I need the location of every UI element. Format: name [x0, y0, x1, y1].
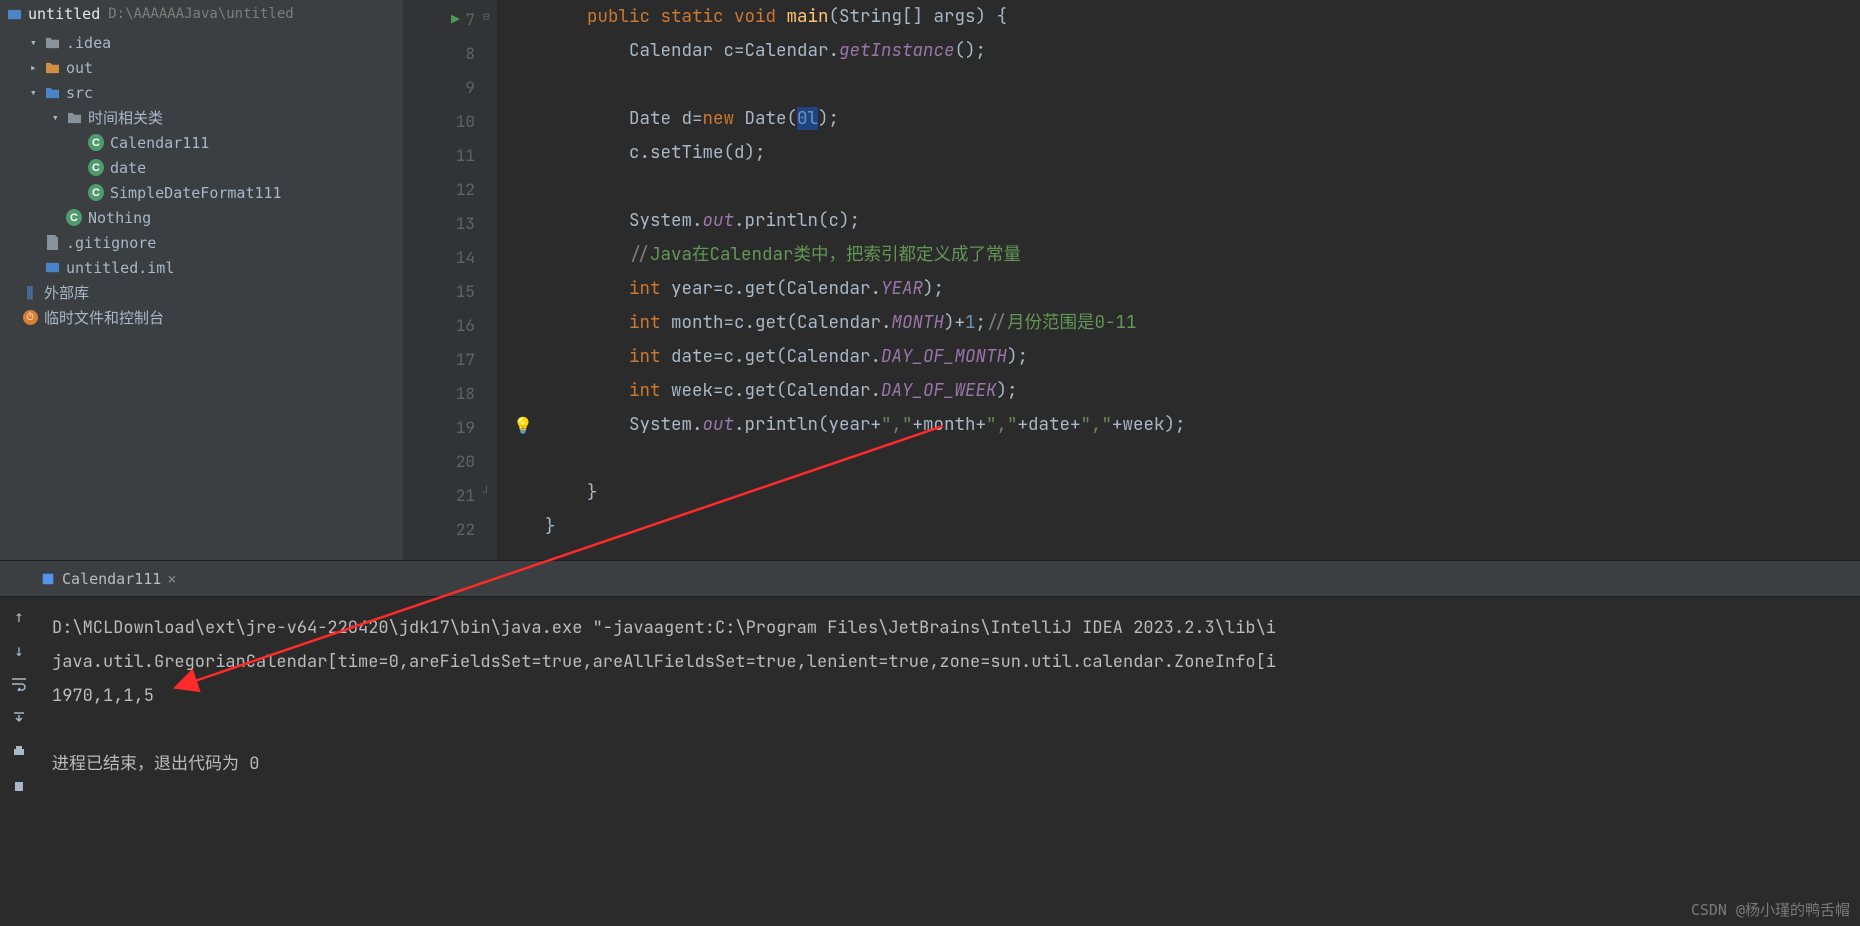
code-line[interactable] — [503, 68, 1860, 102]
print-icon[interactable] — [8, 741, 30, 763]
delete-icon[interactable] — [8, 775, 30, 797]
code-line[interactable]: Calendar c=Calendar.getInstance(); — [503, 34, 1860, 68]
run-tab-label: Calendar111 — [62, 570, 161, 588]
tree-item-label: 临时文件和控制台 — [44, 307, 164, 328]
code-line[interactable] — [503, 442, 1860, 476]
run-panel: Calendar111 × ↑ ↓ D:\MCLDownload\ext\jre… — [0, 560, 1860, 926]
tree-item-label: date — [110, 159, 146, 177]
code-line[interactable] — [503, 170, 1860, 204]
code-line[interactable]: int date=c.get(Calendar.DAY_OF_MONTH); — [503, 340, 1860, 374]
fold-column[interactable]: ⊟ ┘ — [483, 0, 497, 560]
run-tab[interactable]: Calendar111 × — [30, 561, 186, 596]
tree-item-label: SimpleDateFormat111 — [110, 184, 282, 202]
tree-item[interactable]: ▾ src — [0, 80, 403, 105]
code-line[interactable]: Date d=new Date(0l); — [503, 102, 1860, 136]
soft-wrap-icon[interactable] — [8, 673, 30, 695]
code-line[interactable]: System.out.println(year+","+month+","+da… — [503, 408, 1860, 442]
watermark: CSDN @杨小瑾的鸭舌帽 — [1691, 899, 1850, 920]
project-name: untitled — [28, 5, 100, 23]
code-line[interactable]: int month=c.get(Calendar.MONTH)+1;//月份范围… — [503, 306, 1860, 340]
code-line[interactable]: c.setTime(d); — [503, 136, 1860, 170]
run-toolbar: ↑ ↓ — [0, 597, 38, 926]
tree-item-label: out — [66, 59, 93, 77]
chevron-icon[interactable]: ▾ — [30, 86, 42, 99]
close-icon[interactable]: × — [167, 570, 176, 588]
tree-item[interactable]: ▾ 时间相关类 — [0, 105, 403, 130]
tree-item-label: src — [66, 84, 93, 102]
tree-item-label: 外部库 — [44, 282, 89, 303]
chevron-icon[interactable]: ▾ — [52, 111, 64, 124]
project-tree-panel: untitled D:\AAAAAAJava\untitled ▾ .idea ▸ o… — [0, 0, 403, 560]
tree-item-label: untitled.iml — [66, 259, 174, 277]
project-path: D:\AAAAAAJava\untitled — [108, 6, 293, 22]
fold-mark-icon[interactable]: ┘ — [483, 486, 490, 499]
code-line[interactable]: System.out.println(c); — [503, 204, 1860, 238]
run-output[interactable]: D:\MCLDownload\ext\jre-v64-220420\jdk17\… — [40, 601, 1860, 926]
run-gutter-icon[interactable]: ▶ — [451, 9, 460, 27]
tree-item-label: Nothing — [88, 209, 151, 227]
code-line[interactable]: public static void main(String[] args) { — [503, 0, 1860, 34]
code-line[interactable]: } — [503, 510, 1860, 544]
project-tree[interactable]: ▾.idea▸out▾src▾时间相关类CCalendar111CdateCSi… — [0, 28, 403, 332]
tree-item-label: .idea — [66, 34, 111, 52]
chevron-icon[interactable]: ▾ — [30, 36, 42, 49]
tree-item-label: 时间相关类 — [88, 107, 163, 128]
chevron-icon[interactable]: ▸ — [30, 61, 42, 74]
code-line[interactable]: } — [503, 476, 1860, 510]
tree-item[interactable]: Cdate — [0, 155, 403, 180]
tree-item[interactable]: CSimpleDateFormat111 — [0, 180, 403, 205]
scroll-down-icon[interactable]: ↓ — [8, 639, 30, 661]
module-icon — [6, 6, 22, 22]
tree-item[interactable]: ▸ out — [0, 55, 403, 80]
tree-item-label: Calendar111 — [110, 134, 209, 152]
tree-item[interactable]: ⏱临时文件和控制台 — [0, 305, 403, 330]
scroll-end-icon[interactable] — [8, 707, 30, 729]
tree-item[interactable]: ⫼外部库 — [0, 280, 403, 305]
code-editor[interactable]: 78910111213141516171819202122 ▶ 💡 ⊟ ┘ pu… — [403, 0, 1860, 560]
code-line[interactable]: //Java在Calendar类中，把索引都定义成了常量 — [503, 238, 1860, 272]
run-tab-bar: Calendar111 × — [0, 561, 1860, 597]
tree-item-label: .gitignore — [66, 234, 156, 252]
tree-item[interactable]: ▾ .idea — [0, 30, 403, 55]
tree-item[interactable]: CCalendar111 — [0, 130, 403, 155]
project-root-header[interactable]: untitled D:\AAAAAAJava\untitled — [0, 0, 403, 28]
code-line[interactable]: int year=c.get(Calendar.YEAR); — [503, 272, 1860, 306]
tree-item[interactable]: untitled.iml — [0, 255, 403, 280]
code-line[interactable]: int week=c.get(Calendar.DAY_OF_WEEK); — [503, 374, 1860, 408]
fold-mark-icon[interactable]: ⊟ — [483, 10, 490, 23]
tree-item[interactable]: CNothing — [0, 205, 403, 230]
tab-run-icon — [40, 571, 56, 587]
code-area[interactable]: public static void main(String[] args) {… — [503, 0, 1860, 560]
tree-item[interactable]: .gitignore — [0, 230, 403, 255]
scroll-up-icon[interactable]: ↑ — [8, 605, 30, 627]
